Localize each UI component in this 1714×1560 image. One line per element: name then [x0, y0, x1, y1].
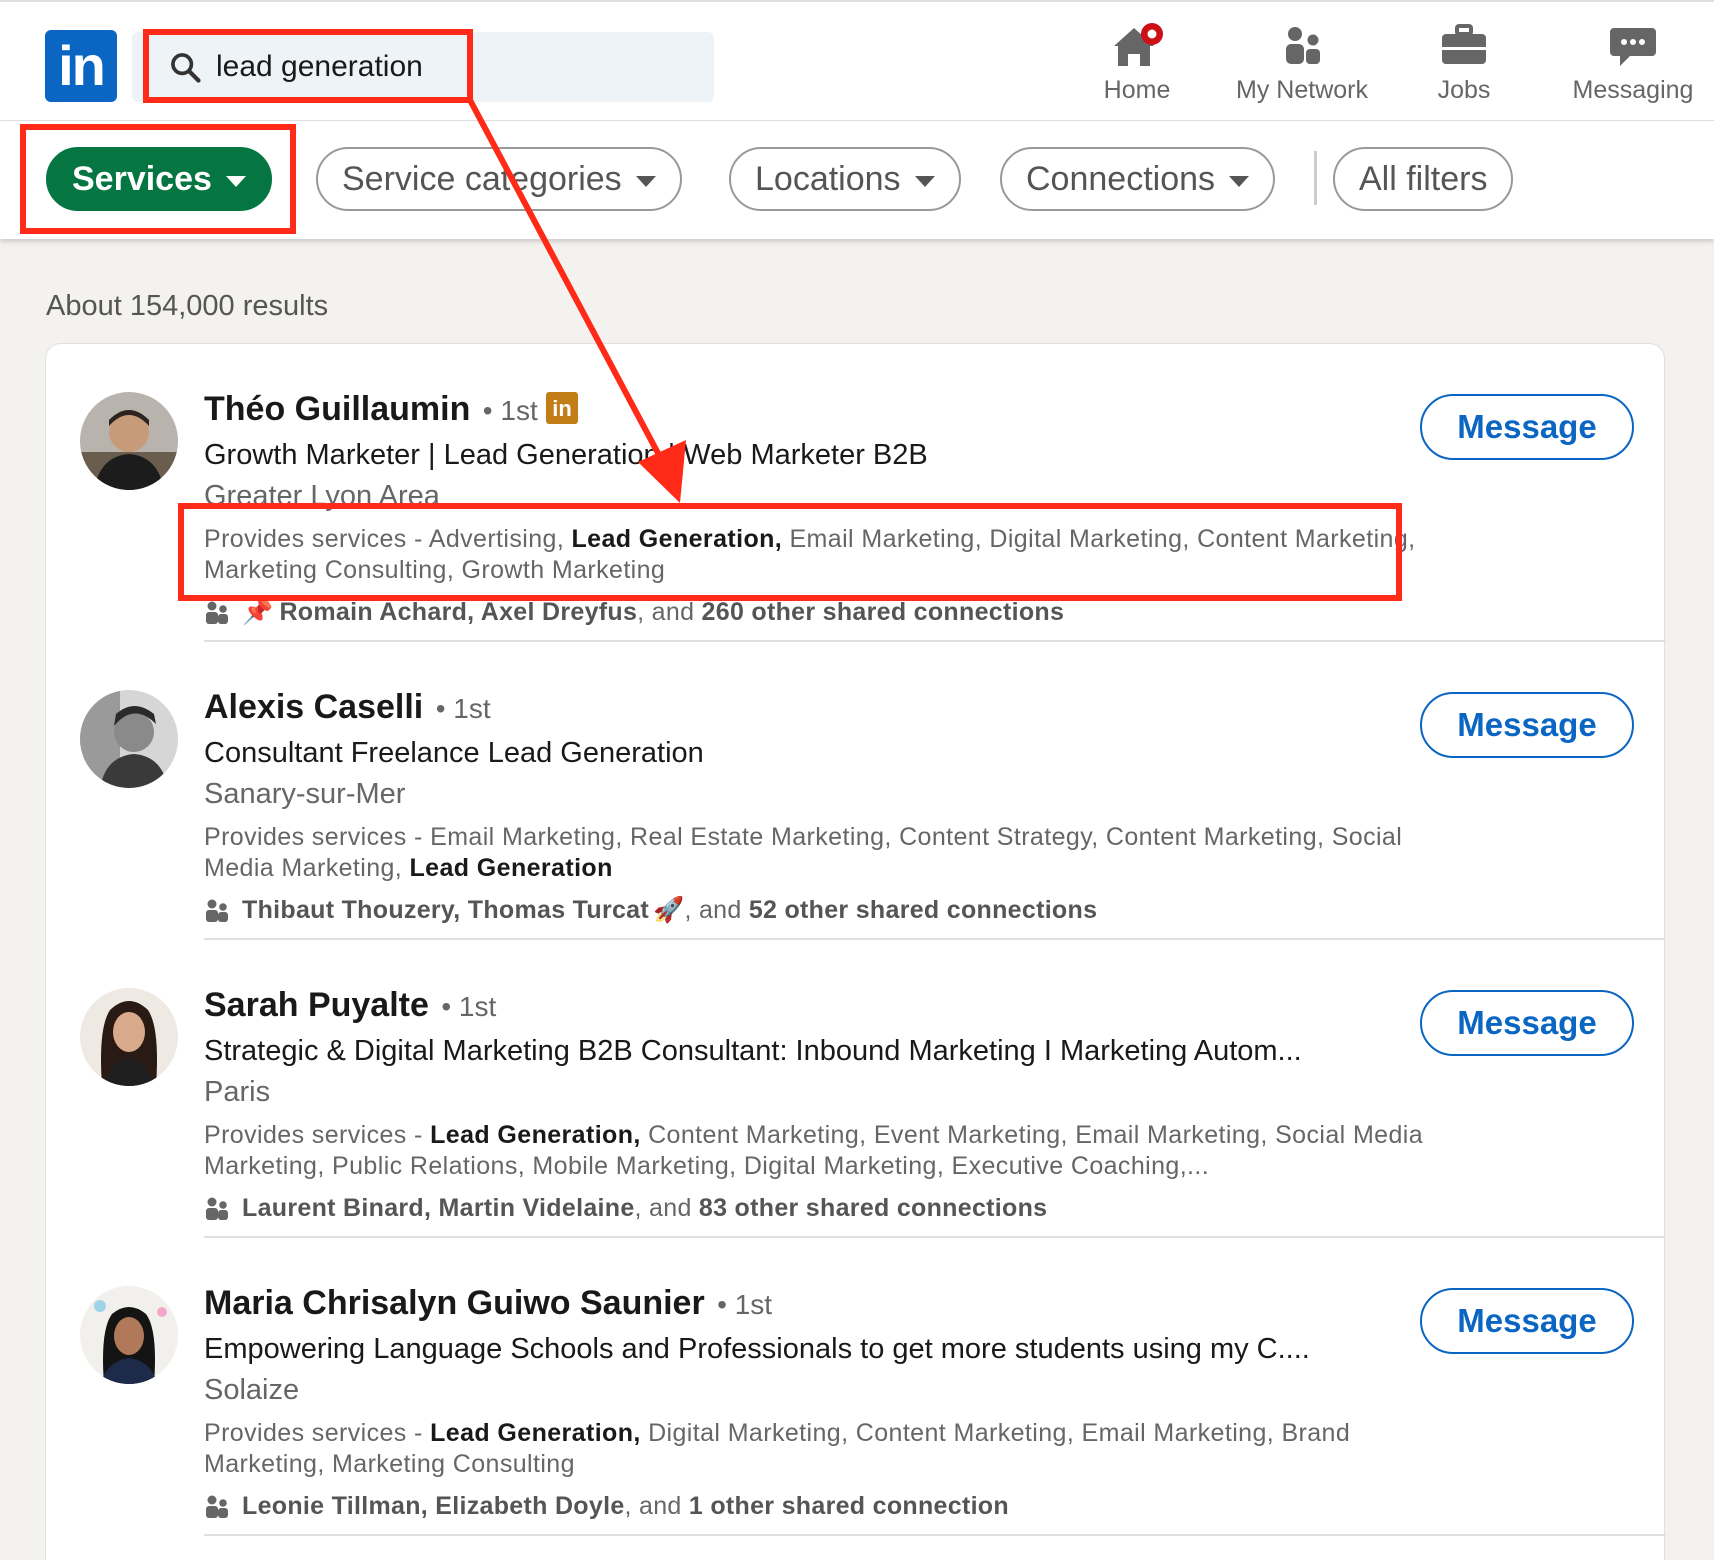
message-button[interactable]: Message: [1420, 1288, 1634, 1354]
person-location: Solaize: [204, 1374, 300, 1406]
top-nav: in lead generation Home My Network Jobs …: [0, 0, 1714, 121]
locations-filter[interactable]: Locations: [729, 147, 961, 211]
network-icon: [1286, 27, 1320, 64]
services-list: Provides services - Lead Generation, Dig…: [204, 1419, 1351, 1478]
message-button[interactable]: Message: [1420, 990, 1634, 1056]
shared-connections-icon: [206, 601, 228, 624]
connection-degree: • 1st: [435, 693, 491, 724]
pin-icon: 📌: [242, 598, 274, 626]
shared-connections[interactable]: Leonie Tillman, Elizabeth Doyle, and 1 o…: [204, 1492, 1009, 1521]
result-row: Maria Chrisalyn Guiwo Saunier • 1st Empo…: [46, 1238, 1666, 1536]
rocket-icon: 🚀: [653, 896, 685, 924]
nav-messaging-label: Messaging: [1572, 76, 1694, 104]
results-list: Théo Guillaumin • 1st in Growth Marketer…: [45, 343, 1666, 1560]
person-name[interactable]: Alexis Caselli: [204, 688, 423, 726]
avatar[interactable]: [80, 1286, 178, 1384]
nav-my-network[interactable]: My Network: [1222, 22, 1382, 112]
filter-bar: Services Service categories Locations Co…: [0, 121, 1714, 239]
home-icon: [1114, 23, 1163, 66]
shared-connections[interactable]: 📌 Romain Achard, Axel Dreyfus, and 260 ot…: [204, 598, 1064, 627]
person-headline: Growth Marketer | Lead Generation | Web …: [204, 439, 928, 471]
shared-connections-icon: [206, 899, 228, 922]
shared-connections[interactable]: Thibaut Thouzery, Thomas Turcat 🚀, and 52…: [204, 896, 1097, 925]
nav-messaging[interactable]: Messaging: [1566, 22, 1700, 112]
person-name[interactable]: Sarah Puyalte: [204, 986, 429, 1024]
result-row: Théo Guillaumin • 1st in Growth Marketer…: [46, 344, 1666, 642]
person-headline: Strategic & Digital Marketing B2B Consul…: [204, 1035, 1302, 1067]
search-icon: [171, 53, 201, 83]
person-name[interactable]: Maria Chrisalyn Guiwo Saunier: [204, 1284, 705, 1322]
linkedin-logo[interactable]: in: [45, 30, 117, 102]
row-divider: [204, 1534, 1666, 1536]
connection-degree: • 1st: [482, 395, 538, 426]
person-name[interactable]: Théo Guillaumin: [204, 390, 470, 428]
svg-text:in: in: [552, 396, 572, 421]
person-headline: Consultant Freelance Lead Generation: [204, 737, 704, 769]
person-location: Sanary-sur-Mer: [204, 778, 406, 810]
nav-home[interactable]: Home: [1092, 22, 1182, 112]
search-bar[interactable]: lead generation: [132, 32, 714, 102]
shared-connections[interactable]: Laurent Binard, Martin Videlaine, and 83…: [204, 1194, 1047, 1223]
filter-divider: [1314, 151, 1317, 205]
shared-connections-icon: [206, 1495, 228, 1518]
result-row: Sarah Puyalte • 1st Strategic & Digital …: [46, 940, 1666, 1238]
avatar[interactable]: [80, 392, 178, 490]
results-count: About 154,000 results: [46, 290, 329, 322]
person-headline: Empowering Language Schools and Professi…: [204, 1333, 1310, 1365]
caret-down-icon: [1229, 175, 1250, 187]
linkedin-premium-icon: in: [546, 392, 579, 424]
connection-degree: • 1st: [441, 991, 497, 1022]
shared-connections-icon: [206, 1197, 228, 1220]
messaging-icon: [1610, 28, 1656, 66]
result-row: Alexis Caselli • 1st Consultant Freelanc…: [46, 642, 1666, 940]
services-list: Provides services - Advertising, Lead Ge…: [204, 525, 1416, 584]
search-input[interactable]: lead generation: [216, 50, 423, 84]
nav-home-label: Home: [1103, 76, 1171, 104]
caret-down-icon: [914, 175, 935, 187]
nav-jobs-label: Jobs: [1437, 76, 1491, 104]
person-location: Greater Lyon Area: [204, 480, 440, 512]
nav-jobs[interactable]: Jobs: [1424, 22, 1504, 112]
caret-down-icon: [225, 175, 246, 187]
message-button[interactable]: Message: [1420, 692, 1634, 758]
services-list: Provides services - Email Marketing, Rea…: [204, 823, 1403, 882]
connection-degree: • 1st: [717, 1289, 773, 1320]
avatar[interactable]: [80, 690, 178, 788]
briefcase-icon: [1442, 24, 1486, 64]
message-button[interactable]: Message: [1420, 394, 1634, 460]
connections-filter[interactable]: Connections: [1000, 147, 1276, 211]
person-location: Paris: [204, 1076, 271, 1108]
service-categories-filter[interactable]: Service categories: [316, 147, 682, 211]
all-filters-button[interactable]: All filters: [1333, 147, 1514, 211]
services-list: Provides services - Lead Generation, Con…: [204, 1121, 1424, 1180]
avatar[interactable]: [80, 988, 178, 1086]
caret-down-icon: [635, 175, 656, 187]
services-filter[interactable]: Services: [46, 147, 272, 211]
nav-my-network-label: My Network: [1236, 76, 1368, 104]
